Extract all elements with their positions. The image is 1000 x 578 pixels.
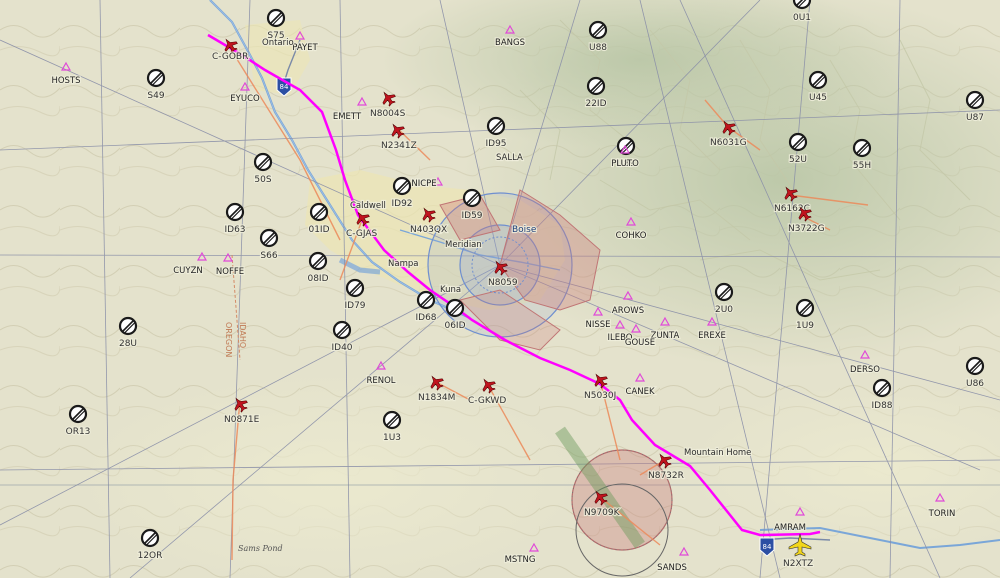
airport-id-label: ID68 <box>415 313 436 323</box>
airport-id-label: ID95 <box>485 139 506 149</box>
airport-id-label: U45 <box>809 93 827 103</box>
traffic-callsign: N9709K <box>584 508 621 518</box>
waypoint-label: TORIN <box>928 509 956 519</box>
airport-id-label: 22ID <box>585 99 606 109</box>
waypoint-label: BANGS <box>495 38 525 48</box>
waypoint-label: NOFFE <box>216 267 244 277</box>
waypoint-label: CUYZN <box>173 266 203 276</box>
traffic-callsign: N403QX <box>410 225 447 235</box>
traffic-callsign: N5030J <box>584 391 616 401</box>
airport-id-label: U88 <box>589 43 607 53</box>
town-label-salla: SALLA <box>496 153 523 163</box>
airport-id-label: U87 <box>966 113 984 123</box>
airport-id-label: ID63 <box>224 225 245 235</box>
waypoint-label: CANEK <box>625 387 654 397</box>
waypoint-label: EYUCO <box>230 94 260 104</box>
airport-id-label: S66 <box>260 251 277 261</box>
airport-id-label: ID79 <box>344 301 365 311</box>
map-canvas[interactable]: 84 84 OREGON IDAHO S75S49U8822IDU45U87ID… <box>0 0 1000 578</box>
airport-id-label: 52U <box>789 155 807 165</box>
waypoint-label: SANDS <box>657 563 687 573</box>
airport-id-label: ID59 <box>461 211 482 221</box>
traffic-callsign: N0871E <box>224 415 260 425</box>
airport-id-label: 01ID <box>308 225 329 235</box>
traffic-callsign: N8004S <box>370 109 406 119</box>
traffic-callsign: C-GJAS <box>346 229 377 239</box>
waypoint-label: HOSTS <box>51 76 80 86</box>
traffic-callsign: N1834M <box>418 393 455 403</box>
town-label-meridian: Meridian <box>445 240 482 250</box>
airport-id-label: 2U0 <box>715 305 733 315</box>
airport-id-label: ID88 <box>871 401 892 411</box>
waypoint-label: PAYET <box>292 43 318 53</box>
waypoint-label: EMETT <box>333 112 362 122</box>
airport-id-label: OR13 <box>66 427 91 437</box>
town-label-kuna: Kuna <box>440 285 461 295</box>
airport-id-label: 1U3 <box>383 433 401 443</box>
airport-id-label: 55H <box>853 161 871 171</box>
airport-id-label: ID40 <box>331 343 352 353</box>
traffic-callsign: N2341Z <box>381 141 417 151</box>
town-label-ontario: Ontario <box>262 38 294 48</box>
traffic-callsign: N3722G <box>788 224 825 234</box>
waypoint-label: PLUTO <box>611 159 639 169</box>
airport-id-label: S49 <box>147 91 164 101</box>
traffic-callsign: C-GOBR <box>212 52 248 62</box>
waypoint-label: AROWS <box>612 306 644 316</box>
waypoint-label: COHKO <box>616 231 647 241</box>
airport-id-label: 06ID <box>444 321 465 331</box>
traffic-callsign: N8732R <box>648 471 684 481</box>
airport-id-label: 28U <box>119 339 137 349</box>
airport-id-label: 12OR <box>138 551 163 561</box>
state-label-idaho: IDAHO <box>238 322 247 348</box>
waypoint-label: MSTNG <box>505 555 536 565</box>
sectional-map[interactable]: 84 84 OREGON IDAHO S75 S49 U88 22ID U45 … <box>0 0 1000 578</box>
waypoint-label: GOUSE <box>625 338 655 348</box>
airport-id-label: 0U1 <box>793 13 811 23</box>
airport-id-label: ID92 <box>391 199 412 209</box>
airport-id-label: 50S <box>254 175 271 185</box>
water-label-sams-pond: Sams Pond <box>238 544 283 553</box>
waypoint-label: NICPE <box>411 179 436 189</box>
airport-id-label: 08ID <box>307 274 328 284</box>
waypoint-label: AMRAM <box>774 523 806 533</box>
town-label-mountain-home: Mountain Home <box>684 448 751 458</box>
waypoint-label: EREXE <box>698 331 726 341</box>
traffic-callsign: N6031G <box>710 138 747 148</box>
svg-text:84: 84 <box>763 543 772 551</box>
waypoint-label: NISSE <box>585 320 610 330</box>
town-label-nampa: Nampa <box>388 259 418 269</box>
state-label-oregon: OREGON <box>224 322 233 357</box>
town-label-boise: Boise <box>512 225 537 235</box>
waypoint-label: RENOL <box>366 376 395 386</box>
airport-id-label: 1U9 <box>796 321 814 331</box>
town-label-caldwell: Caldwell <box>350 201 386 211</box>
airport-id-label: U86 <box>966 379 984 389</box>
traffic-callsign: N8059 <box>488 278 518 288</box>
traffic-callsign: C-GKWD <box>468 396 506 406</box>
waypoint-label: DERSO <box>850 365 880 375</box>
ownship-label: N2XTZ <box>783 559 813 569</box>
